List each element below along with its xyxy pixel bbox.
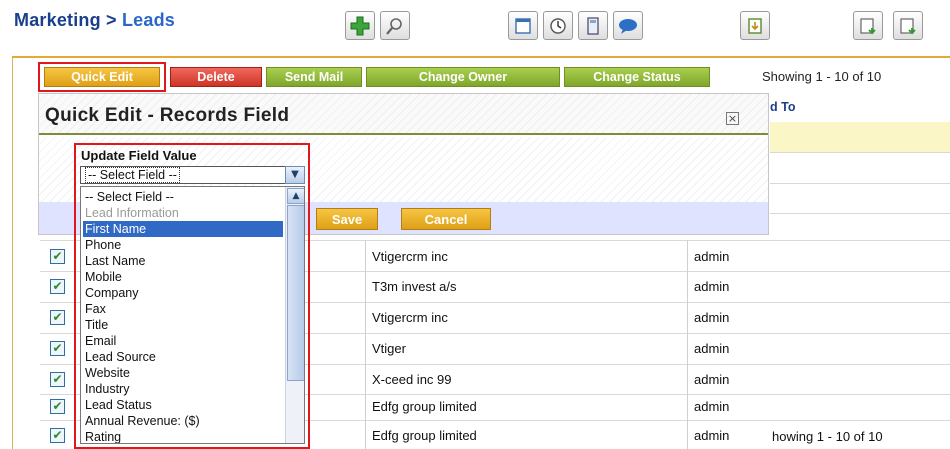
row-divider — [770, 213, 950, 214]
breadcrumb-separator: > — [106, 10, 117, 30]
chat-icon[interactable] — [613, 11, 643, 40]
row-divider — [770, 152, 950, 153]
send-mail-button[interactable]: Send Mail — [266, 67, 362, 87]
field-select-highlight — [74, 143, 310, 449]
export-icon[interactable] — [853, 11, 883, 40]
export-selected-icon[interactable] — [893, 11, 923, 40]
dialog-header: Quick Edit - Records Field × — [39, 94, 768, 135]
column-header-assigned[interactable]: d To — [770, 100, 795, 114]
company-cell[interactable]: Vtigercrm inc — [372, 249, 448, 264]
company-cell[interactable]: Vtiger — [372, 341, 406, 356]
change-status-button[interactable]: Change Status — [564, 67, 710, 87]
change-owner-button[interactable]: Change Owner — [366, 67, 560, 87]
quick-edit-highlight — [38, 62, 166, 92]
close-icon[interactable]: × — [726, 112, 739, 125]
clock-icon[interactable] — [543, 11, 573, 40]
save-button[interactable]: Save — [316, 208, 378, 230]
owner-cell: admin — [694, 310, 730, 325]
add-icon[interactable] — [345, 11, 375, 40]
company-cell[interactable]: Edfg group limited — [372, 399, 477, 414]
column-divider — [365, 240, 366, 449]
filter-row — [770, 122, 950, 152]
row-checkbox[interactable]: ✔ — [50, 428, 65, 443]
row-checkbox[interactable]: ✔ — [50, 279, 65, 294]
company-cell[interactable]: Edfg group limited — [372, 428, 477, 443]
company-cell[interactable]: T3m invest a/s — [372, 279, 457, 294]
owner-cell: admin — [694, 372, 730, 387]
breadcrumb-module[interactable]: Marketing — [14, 10, 101, 30]
row-checkbox[interactable]: ✔ — [50, 372, 65, 387]
record-count-bottom: howing 1 - 10 of 10 — [772, 429, 883, 444]
owner-cell: admin — [694, 279, 730, 294]
owner-cell: admin — [694, 399, 730, 414]
row-checkbox[interactable]: ✔ — [50, 399, 65, 414]
owner-cell: admin — [694, 249, 730, 264]
breadcrumb: Marketing > Leads — [14, 10, 175, 31]
owner-cell: admin — [694, 341, 730, 356]
row-divider — [770, 183, 950, 184]
company-cell[interactable]: X-ceed inc 99 — [372, 372, 452, 387]
calculator-icon[interactable] — [578, 11, 608, 40]
row-checkbox[interactable]: ✔ — [50, 249, 65, 264]
import-icon[interactable] — [740, 11, 770, 40]
breadcrumb-current[interactable]: Leads — [122, 10, 175, 30]
search-icon[interactable] — [380, 11, 410, 40]
column-divider — [687, 240, 688, 449]
owner-cell: admin — [694, 428, 730, 443]
company-cell[interactable]: Vtigercrm inc — [372, 310, 448, 325]
row-checkbox[interactable]: ✔ — [50, 310, 65, 325]
row-checkbox[interactable]: ✔ — [50, 341, 65, 356]
record-count: Showing 1 - 10 of 10 — [762, 69, 882, 84]
cancel-button[interactable]: Cancel — [401, 208, 491, 230]
calendar-icon[interactable] — [508, 11, 538, 40]
dialog-title: Quick Edit - Records Field — [45, 105, 290, 126]
delete-button[interactable]: Delete — [170, 67, 262, 87]
